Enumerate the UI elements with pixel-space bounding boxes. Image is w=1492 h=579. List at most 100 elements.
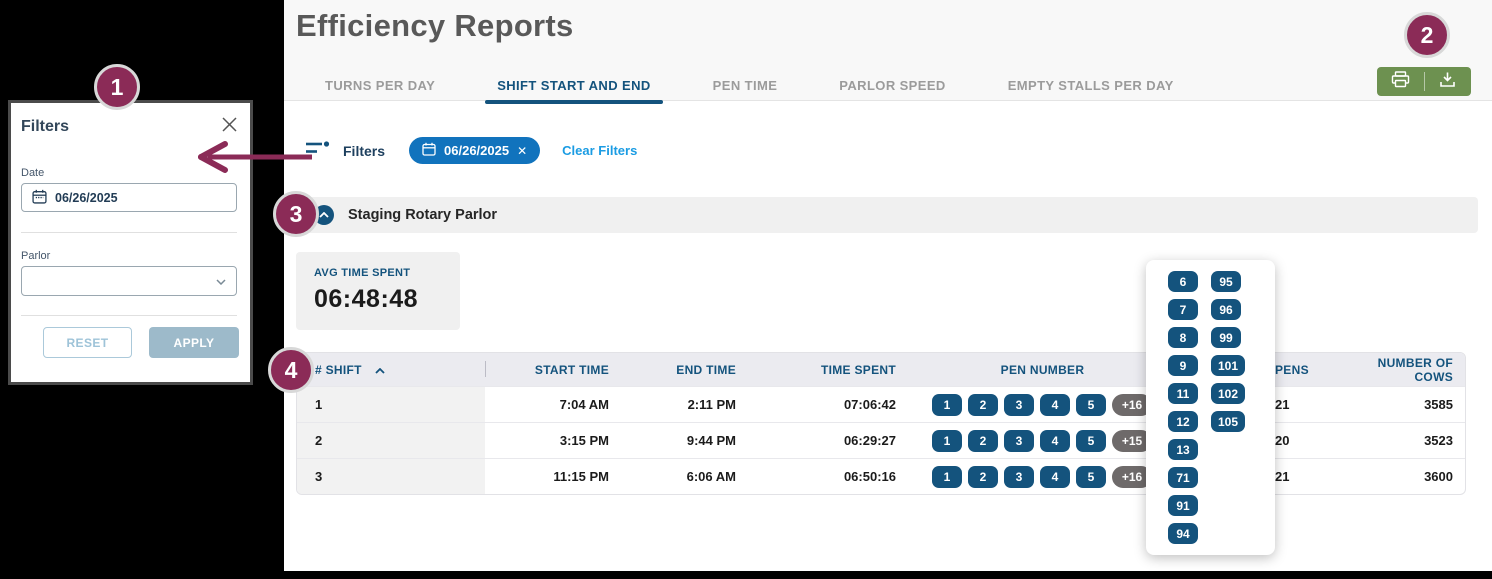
pen-pill[interactable]: 7 (1168, 299, 1198, 320)
filter-bar-label: Filters (343, 143, 385, 159)
pen-pill[interactable]: 1 (932, 466, 962, 488)
table-header-row: # SHIFT START TIME END TIME TIME SPENT P… (297, 353, 1465, 386)
chip-close-icon[interactable]: ✕ (517, 144, 527, 158)
pen-pill[interactable]: 3 (1004, 430, 1034, 452)
avg-time-spent-value: 06:48:48 (314, 285, 460, 314)
calendar-icon (422, 142, 436, 159)
table-row-shift-2[interactable]: 2 3:15 PM 9:44 PM 06:29:27 1 2 3 4 5 +15… (297, 422, 1465, 458)
cell-time-spent: 06:29:27 (748, 433, 908, 448)
tab-parlor-speed[interactable]: PARLOR SPEED (839, 78, 945, 102)
pen-pill[interactable]: 12 (1168, 411, 1198, 432)
annotation-badge-1: 1 (94, 64, 140, 110)
pen-pill[interactable]: 3 (1004, 466, 1034, 488)
avg-time-spent-card: AVG TIME SPENT 06:48:48 (296, 252, 460, 330)
pen-pill[interactable]: 105 (1211, 411, 1245, 432)
table-row-shift-3[interactable]: 3 11:15 PM 6:06 AM 06:50:16 1 2 3 4 5 +1… (297, 458, 1465, 494)
pen-pill[interactable]: 2 (968, 430, 998, 452)
cell-number-of-cows: 3600 (1337, 469, 1465, 484)
pen-pill[interactable]: 8 (1168, 327, 1198, 348)
cell-start-time: 11:15 PM (485, 469, 621, 484)
pen-pill[interactable]: 2 (968, 466, 998, 488)
pen-pill[interactable]: 13 (1168, 439, 1198, 460)
pen-pill[interactable]: 91 (1168, 495, 1198, 516)
download-icon (1439, 71, 1456, 93)
section-title: Staging Rotary Parlor (348, 207, 497, 223)
tab-shift-start-and-end[interactable]: SHIFT START AND END (497, 78, 650, 102)
tab-turns-per-day[interactable]: TURNS PER DAY (325, 78, 435, 102)
header-shift-label: # SHIFT (315, 363, 362, 377)
pen-pill[interactable]: 95 (1211, 271, 1241, 292)
clear-filters-link[interactable]: Clear Filters (562, 143, 637, 158)
shifts-table: # SHIFT START TIME END TIME TIME SPENT P… (296, 352, 1466, 495)
annotation-arrow (198, 140, 314, 174)
annotation-badge-2: 2 (1404, 12, 1450, 58)
pen-pill[interactable]: 102 (1211, 383, 1245, 404)
cell-end-time: 9:44 PM (621, 433, 748, 448)
pen-pill[interactable]: 94 (1168, 523, 1198, 544)
pen-pill[interactable]: 1 (932, 430, 962, 452)
pen-pill[interactable]: 11 (1168, 383, 1198, 404)
sort-asc-icon (375, 363, 385, 377)
header-time-spent[interactable]: TIME SPENT (748, 363, 908, 377)
filters-panel-title: Filters (21, 118, 69, 136)
download-button[interactable] (1425, 67, 1472, 96)
header-number-of-cows[interactable]: NUMBER OF COWS (1337, 356, 1465, 384)
pen-pill[interactable]: 101 (1211, 355, 1245, 376)
date-filter-chip[interactable]: 06/26/2025 ✕ (409, 137, 540, 164)
print-button[interactable] (1377, 67, 1424, 96)
pen-pill[interactable]: 3 (1004, 394, 1034, 416)
cell-shift: 2 (297, 423, 485, 458)
table-row-shift-1[interactable]: 1 7:04 AM 2:11 PM 07:06:42 1 2 3 4 5 +16… (297, 386, 1465, 422)
date-input-value: 06/26/2025 (55, 191, 118, 205)
pen-pill[interactable]: 5 (1076, 394, 1106, 416)
date-chip-value: 06/26/2025 (444, 143, 509, 158)
pen-pill[interactable]: 96 (1211, 299, 1241, 320)
cell-start-time: 3:15 PM (485, 433, 621, 448)
page-title: Efficiency Reports (296, 8, 574, 44)
main-content: Efficiency Reports TURNS PER DAY SHIFT S… (284, 0, 1492, 571)
pen-pill[interactable]: 6 (1168, 271, 1198, 292)
chevron-up-icon (319, 212, 329, 218)
pen-popup-column-1: 6 7 8 9 11 12 13 71 91 94 (1168, 271, 1198, 544)
pen-numbers-popup: 6 7 8 9 11 12 13 71 91 94 95 96 99 101 1… (1146, 260, 1275, 555)
header-shift[interactable]: # SHIFT (297, 363, 485, 377)
cell-number-of-cows: 3523 (1337, 433, 1465, 448)
cell-shift: 1 (297, 387, 485, 422)
cell-end-time: 2:11 PM (621, 397, 748, 412)
cell-shift: 3 (297, 459, 485, 494)
reset-button[interactable]: RESET (43, 327, 132, 358)
calendar-icon (32, 189, 47, 207)
pen-pill[interactable]: 5 (1076, 466, 1106, 488)
apply-button[interactable]: APPLY (149, 327, 239, 358)
cell-number-of-cows: 3585 (1337, 397, 1465, 412)
filter-bar: Filters 06/26/2025 ✕ Clear Filters (306, 137, 637, 164)
parlor-label: Parlor (21, 250, 50, 262)
printer-icon (1391, 71, 1410, 93)
export-button-group (1377, 67, 1471, 96)
close-icon[interactable] (222, 117, 237, 137)
tab-empty-stalls-per-day[interactable]: EMPTY STALLS PER DAY (1008, 78, 1174, 102)
divider (21, 232, 237, 233)
pen-pill[interactable]: 9 (1168, 355, 1198, 376)
cell-end-time: 6:06 AM (621, 469, 748, 484)
pen-pill[interactable]: 4 (1040, 466, 1070, 488)
report-tabs: TURNS PER DAY SHIFT START AND END PEN TI… (325, 78, 1174, 102)
annotation-badge-4: 4 (268, 347, 314, 393)
pen-pill[interactable]: 2 (968, 394, 998, 416)
cell-start-time: 7:04 AM (485, 397, 621, 412)
annotation-badge-3: 3 (273, 191, 319, 237)
pen-pill[interactable]: 71 (1168, 467, 1198, 488)
avg-time-spent-label: AVG TIME SPENT (314, 267, 460, 279)
parlor-select[interactable] (21, 266, 237, 296)
section-staging-rotary-parlor[interactable]: Staging Rotary Parlor (296, 197, 1478, 233)
chevron-down-icon (216, 272, 226, 290)
header-start-time[interactable]: START TIME (485, 363, 621, 377)
tab-pen-time[interactable]: PEN TIME (713, 78, 778, 102)
pen-pill[interactable]: 4 (1040, 430, 1070, 452)
pen-pill[interactable]: 4 (1040, 394, 1070, 416)
pen-pill[interactable]: 1 (932, 394, 962, 416)
pen-pill[interactable]: 5 (1076, 430, 1106, 452)
pen-pill[interactable]: 99 (1211, 327, 1241, 348)
header-end-time[interactable]: END TIME (621, 363, 748, 377)
date-input[interactable]: 06/26/2025 (21, 183, 237, 212)
